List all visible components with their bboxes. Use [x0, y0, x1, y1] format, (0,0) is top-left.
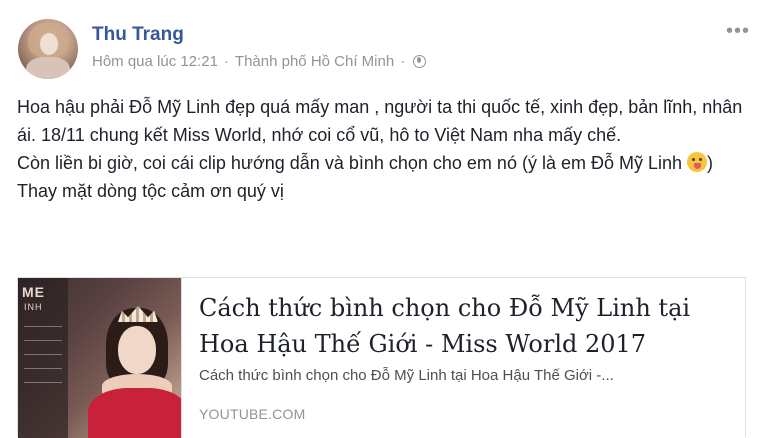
thumbnail-text-2: INH	[24, 302, 43, 312]
post-paragraph-2: Còn liền bi giờ, coi cái clip hướng dẫn …	[17, 149, 755, 177]
post-paragraph-3: Thay mặt dòng tộc cảm ơn quý vị	[17, 181, 284, 201]
tongue-out-emoji-icon	[687, 152, 707, 172]
post-text: Hoa hậu phải Đỗ Mỹ Linh đẹp quá mấy man …	[17, 93, 755, 205]
meta-separator: ·	[223, 53, 229, 70]
link-title[interactable]: Cách thức bình chọn cho Đỗ Mỹ Linh tại H…	[199, 290, 719, 362]
thumbnail-line	[24, 382, 62, 383]
thumbnail-line	[24, 340, 62, 341]
thumbnail-text-1: ME	[22, 284, 45, 300]
post-paragraph-2-end: )	[707, 153, 713, 173]
link-domain: YOUTUBE.COM	[199, 406, 306, 422]
crown-icon	[118, 306, 158, 322]
post-meta: Hôm qua lúc 12:21 · Thành phố Hồ Chí Min…	[92, 53, 427, 70]
author-avatar[interactable]	[18, 19, 78, 79]
link-description: Cách thức bình chọn cho Đỗ Mỹ Linh tại H…	[199, 367, 614, 384]
avatar-face	[40, 33, 58, 55]
post-paragraph-1: Hoa hậu phải Đỗ Mỹ Linh đẹp quá mấy man …	[17, 97, 743, 145]
avatar-body	[26, 57, 70, 79]
globe-icon[interactable]	[413, 55, 427, 68]
thumbnail-line	[24, 326, 62, 327]
post-timestamp[interactable]: Hôm qua lúc 12:21	[92, 53, 218, 70]
meta-separator-2: ·	[400, 53, 406, 70]
post-paragraph-2-text: Còn liền bi giờ, coi cái clip hướng dẫn …	[17, 153, 687, 173]
thumbnail-dress	[88, 388, 181, 438]
thumbnail-line	[24, 368, 62, 369]
facebook-post: Thu Trang Hôm qua lúc 12:21 · Thành phố …	[0, 0, 765, 438]
thumbnail-face	[118, 326, 156, 374]
link-preview-card[interactable]: ME INH Cách thức bình chọn cho Đỗ Mỹ Lin…	[17, 277, 746, 438]
link-thumbnail[interactable]: ME INH	[18, 278, 182, 438]
post-location[interactable]: Thành phố Hồ Chí Minh	[235, 53, 394, 70]
thumbnail-line	[24, 354, 62, 355]
more-options-icon[interactable]: •••	[726, 20, 750, 43]
author-name[interactable]: Thu Trang	[92, 24, 184, 46]
